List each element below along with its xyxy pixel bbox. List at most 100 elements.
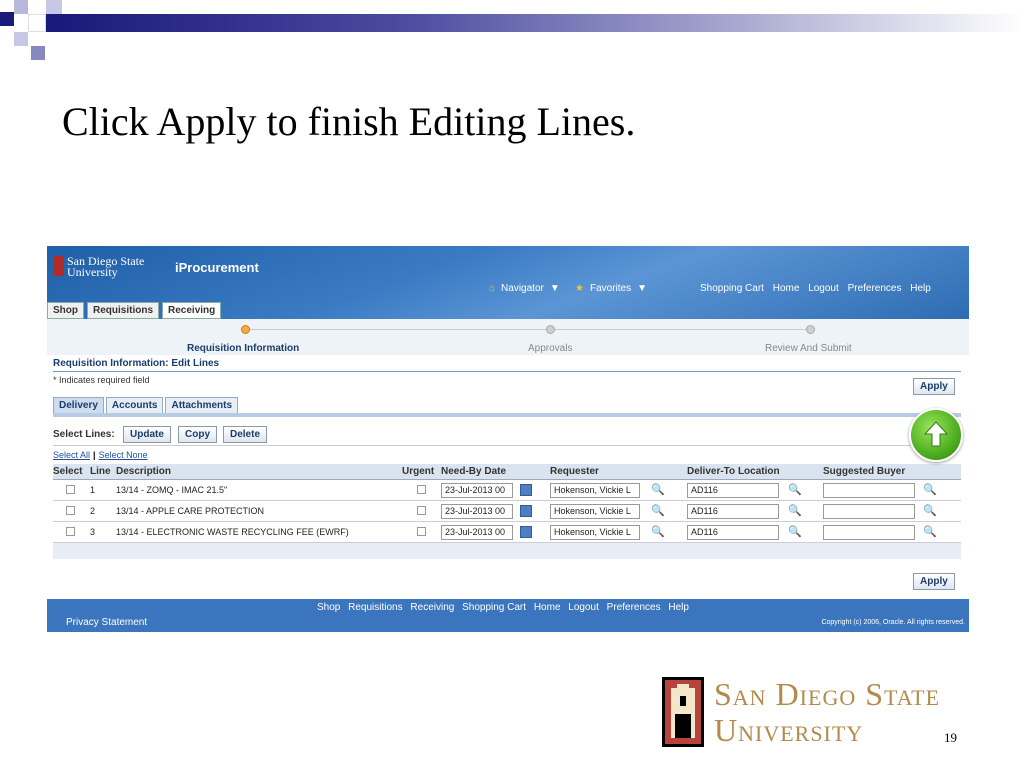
- footer-link-help[interactable]: Help: [668, 602, 689, 613]
- row-select-checkbox[interactable]: [66, 527, 75, 536]
- footer-link-requisitions[interactable]: Requisitions: [348, 602, 402, 613]
- requester-input[interactable]: Hokenson, Vickie L: [550, 483, 640, 498]
- subtab-delivery[interactable]: Delivery: [53, 397, 104, 414]
- subtab-attachments[interactable]: Attachments: [165, 397, 239, 414]
- navigator-menu[interactable]: ⌂ Navigator ▼: [489, 283, 566, 294]
- app-header: San Diego State University iProcurement ⌂…: [47, 246, 969, 319]
- search-icon[interactable]: 🔍: [651, 504, 665, 517]
- subtab-accounts[interactable]: Accounts: [105, 397, 164, 414]
- navigator-icon: ⌂: [489, 283, 496, 294]
- search-icon[interactable]: 🔍: [788, 504, 802, 517]
- sdsu-crest-icon: [662, 677, 704, 747]
- train-dot-current: [241, 325, 250, 334]
- link-home[interactable]: Home: [773, 283, 800, 294]
- deliver-to-input[interactable]: AD116: [687, 504, 779, 519]
- search-icon[interactable]: 🔍: [651, 525, 665, 538]
- suggested-buyer-input[interactable]: [823, 483, 915, 498]
- section-title: Requisition Information: Edit Lines: [53, 358, 220, 369]
- search-icon[interactable]: 🔍: [923, 483, 937, 496]
- col-need-by-date: Need-By Date: [441, 466, 507, 477]
- urgent-checkbox[interactable]: [417, 506, 426, 515]
- row-description: 13/14 - ZOMQ - IMAC 21.5": [116, 485, 228, 495]
- footer-link-logout[interactable]: Logout: [568, 602, 599, 613]
- urgent-checkbox[interactable]: [417, 527, 426, 536]
- favorites-menu[interactable]: ★ Favorites ▼: [575, 283, 653, 294]
- footer-link-receiving[interactable]: Receiving: [410, 602, 454, 613]
- calendar-icon[interactable]: [520, 526, 532, 538]
- link-logout[interactable]: Logout: [808, 283, 839, 294]
- suggested-buyer-input[interactable]: [823, 525, 915, 540]
- row-select-checkbox[interactable]: [66, 485, 75, 494]
- app-name: iProcurement: [175, 260, 259, 275]
- footer-link-home[interactable]: Home: [534, 602, 561, 613]
- up-arrow-button[interactable]: [909, 408, 963, 462]
- need-by-date-input[interactable]: 23-Jul-2013 00: [441, 483, 513, 498]
- favorites-icon: ★: [575, 283, 584, 294]
- col-description: Description: [116, 466, 172, 477]
- requester-input[interactable]: Hokenson, Vickie L: [550, 525, 640, 540]
- col-deliver-to: Deliver-To Location: [687, 466, 780, 477]
- train-dot: [806, 325, 815, 334]
- deliver-to-input[interactable]: AD116: [687, 525, 779, 540]
- privacy-statement-link[interactable]: Privacy Statement: [66, 617, 147, 628]
- step-approvals: Approvals: [528, 343, 573, 354]
- footer-link-shopping-cart[interactable]: Shopping Cart: [462, 602, 526, 613]
- search-icon[interactable]: 🔍: [923, 504, 937, 517]
- title-bar: [62, 14, 1024, 32]
- update-button[interactable]: Update: [123, 426, 171, 443]
- select-all-link[interactable]: Select All: [53, 450, 90, 460]
- copy-button[interactable]: Copy: [178, 426, 217, 443]
- urgent-checkbox[interactable]: [417, 485, 426, 494]
- tower-icon: [665, 680, 701, 744]
- favorites-label: Favorites: [589, 283, 632, 294]
- col-line: Line: [90, 466, 111, 477]
- col-suggested-buyer: Suggested Buyer: [823, 466, 906, 477]
- decor-square: [14, 0, 28, 14]
- tab-receiving[interactable]: Receiving: [162, 302, 222, 319]
- train-dot: [546, 325, 555, 334]
- link-help[interactable]: Help: [910, 283, 931, 294]
- sub-tabs: Delivery Accounts Attachments: [53, 397, 240, 414]
- search-icon[interactable]: 🔍: [923, 525, 937, 538]
- decor-square: [46, 0, 62, 14]
- select-lines-bar: Select Lines: Update Copy Delete: [53, 424, 961, 446]
- main-tabs: Shop Requisitions Receiving: [47, 302, 224, 319]
- logo-line2: University: [67, 265, 118, 279]
- tab-requisitions[interactable]: Requisitions: [87, 302, 160, 319]
- sdsu-line2: University: [714, 712, 864, 748]
- link-shopping-cart[interactable]: Shopping Cart: [700, 283, 764, 294]
- table-footer: [53, 543, 961, 559]
- link-preferences[interactable]: Preferences: [848, 283, 902, 294]
- table-row: 3 13/14 - ELECTRONIC WASTE RECYCLING FEE…: [53, 522, 961, 543]
- section-divider: [53, 371, 961, 372]
- delete-button[interactable]: Delete: [223, 426, 268, 443]
- sdsu-logo: San Diego State University: [53, 255, 144, 279]
- search-icon[interactable]: 🔍: [651, 483, 665, 496]
- tab-shop[interactable]: Shop: [47, 302, 84, 319]
- footer-link-shop[interactable]: Shop: [317, 602, 340, 613]
- footer-links: Shop Requisitions Receiving Shopping Car…: [317, 602, 694, 613]
- link-separator: |: [93, 450, 96, 460]
- select-none-link[interactable]: Select None: [99, 450, 148, 460]
- col-select: Select: [53, 466, 83, 477]
- search-icon[interactable]: 🔍: [788, 483, 802, 496]
- row-line: 1: [90, 485, 96, 495]
- deliver-to-input[interactable]: AD116: [687, 483, 779, 498]
- row-description: 13/14 - APPLE CARE PROTECTION: [116, 506, 265, 516]
- table-row: 1 13/14 - ZOMQ - IMAC 21.5" 23-Jul-2013 …: [53, 480, 961, 501]
- calendar-icon[interactable]: [520, 484, 532, 496]
- suggested-buyer-input[interactable]: [823, 504, 915, 519]
- row-select-checkbox[interactable]: [66, 506, 75, 515]
- requester-input[interactable]: Hokenson, Vickie L: [550, 504, 640, 519]
- chevron-down-icon: ▼: [637, 283, 647, 294]
- global-links: Shopping Cart Home Logout Preferences He…: [700, 283, 937, 294]
- search-icon[interactable]: 🔍: [788, 525, 802, 538]
- calendar-icon[interactable]: [520, 505, 532, 517]
- apply-button-bottom[interactable]: Apply: [913, 573, 955, 590]
- need-by-date-input[interactable]: 23-Jul-2013 00: [441, 525, 513, 540]
- col-urgent: Urgent: [402, 466, 435, 477]
- apply-button-top[interactable]: Apply: [913, 378, 955, 395]
- need-by-date-input[interactable]: 23-Jul-2013 00: [441, 504, 513, 519]
- decor-square: [46, 14, 62, 32]
- footer-link-preferences[interactable]: Preferences: [607, 602, 661, 613]
